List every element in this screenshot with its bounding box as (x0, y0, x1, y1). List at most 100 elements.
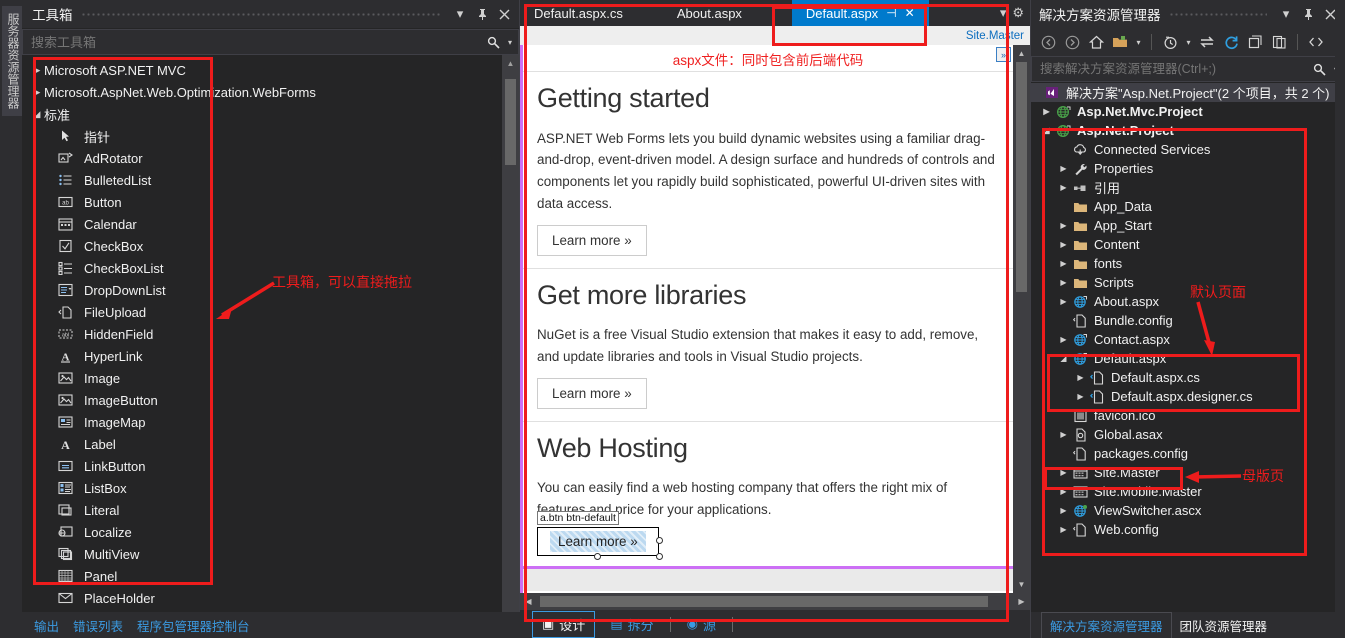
toolbox-item-imagemap[interactable]: ImageMap (22, 411, 519, 433)
toolbox-item-hiddenfield[interactable]: abl HiddenField (22, 323, 519, 345)
home-icon[interactable] (1085, 31, 1107, 53)
chevron-down-icon[interactable]: ◢ (30, 109, 44, 120)
toolbox-item-listbox[interactable]: ListBox (22, 477, 519, 499)
dock-tab-package-manager-console[interactable]: 程序包管理器控制台 (137, 616, 250, 635)
search-options-chevron-icon[interactable]: ▾ (504, 31, 516, 53)
chevron-right-icon[interactable]: ▶ (1056, 183, 1071, 192)
chevron-right-icon[interactable]: ▶ (1056, 259, 1071, 268)
scrollbar-thumb[interactable] (540, 596, 988, 607)
solution-tree[interactable]: 解决方案"Asp.Net.Project"(2 个项目，共 2 个) ▶ Asp.… (1031, 83, 1345, 612)
design-vertical-scrollbar[interactable]: ▲ ▼ (1013, 45, 1030, 593)
toolbox-item-checkbox[interactable]: CheckBox (22, 235, 519, 257)
dock-tab-output[interactable]: 输出 (34, 616, 59, 635)
tree-item-properties[interactable]: ▶ Properties (1031, 159, 1345, 178)
tree-item-default-aspx[interactable]: ◢ Default.aspx (1031, 349, 1345, 368)
toolbox-item-image[interactable]: Image (22, 367, 519, 389)
toolbox-item-label[interactable]: A Label (22, 433, 519, 455)
toolbox-item-bulletedlist[interactable]: BulletedList (22, 169, 519, 191)
back-icon[interactable] (1037, 31, 1059, 53)
chevron-down-icon[interactable]: ◢ (1056, 354, 1071, 363)
scroll-up-icon[interactable]: ▲ (502, 55, 519, 72)
toolbox-item-checkboxlist[interactable]: CheckBoxList (22, 257, 519, 279)
toolbox-item-localize[interactable]: Localize (22, 521, 519, 543)
tree-item-app-data[interactable]: App_Data (1031, 197, 1345, 216)
chevron-right-icon[interactable]: ▶ (1056, 221, 1071, 230)
refresh-icon[interactable] (1220, 31, 1242, 53)
close-icon[interactable] (493, 3, 515, 25)
tree-item-favicon-ico[interactable]: favicon.ico (1031, 406, 1345, 425)
solution-root-row[interactable]: 解决方案"Asp.Net.Project"(2 个项目，共 2 个) (1031, 83, 1345, 102)
tree-item-bundle-config[interactable]: Bundle.config (1031, 311, 1345, 330)
toolbox-item-placeholder[interactable]: PlaceHolder (22, 587, 519, 609)
scrollbar-thumb[interactable] (1016, 62, 1027, 292)
search-icon[interactable] (482, 31, 504, 53)
chevron-right-icon[interactable]: ▶ (1056, 335, 1071, 344)
resize-handle-bottom[interactable] (593, 552, 601, 560)
editor-tab-default-aspx-cs[interactable]: Default.aspx.cs (520, 0, 637, 26)
view-tab-source[interactable]: ◉ 源 (678, 612, 725, 637)
sync-icon[interactable] (1196, 31, 1218, 53)
tree-item-packages-config[interactable]: packages.config (1031, 444, 1345, 463)
tree-item-asp-net-mvc-project[interactable]: ▶ Asp.Net.Mvc.Project (1031, 102, 1345, 121)
tree-item-content[interactable]: ▶ Content (1031, 235, 1345, 254)
toolbox-item-panel[interactable]: Panel (22, 565, 519, 587)
chevron-right-icon[interactable]: ▶ (1056, 430, 1071, 439)
tree-item-viewswitcher-ascx[interactable]: ▶ ViewSwitcher.ascx (1031, 501, 1345, 520)
learn-more-button[interactable]: Learn more » (537, 224, 647, 256)
tree-item-app-start[interactable]: ▶ App_Start (1031, 216, 1345, 235)
chevron-down-icon[interactable]: ▾ (449, 3, 471, 25)
tree-item-about-aspx[interactable]: ▶ About.aspx (1031, 292, 1345, 311)
site-master-link[interactable]: Site.Master (966, 30, 1024, 42)
toolbox-item-multiview[interactable]: MultiView (22, 543, 519, 565)
chevron-right-icon[interactable]: ▶ (1073, 392, 1088, 401)
resize-handle-right[interactable] (655, 537, 663, 545)
resize-handle-corner[interactable] (655, 552, 663, 560)
dock-tab-error-list[interactable]: 错误列表 (73, 616, 123, 635)
chevron-down-icon[interactable]: ◢ (1039, 126, 1054, 135)
chevron-right-icon[interactable]: ▶ (1039, 107, 1054, 116)
chevron-right-icon[interactable]: ▶ (30, 87, 44, 98)
toolbox-category-0[interactable]: ▶ Microsoft ASP.NET MVC (22, 59, 519, 81)
solution-explorer-search-input[interactable] (1040, 62, 1308, 76)
tree-item-default-aspx-cs[interactable]: ▶ Default.aspx.cs (1031, 368, 1345, 387)
search-icon[interactable] (1308, 58, 1330, 80)
view-tab-split[interactable]: ▤ 拆分 (601, 612, 662, 637)
scrollbar-thumb[interactable] (505, 79, 516, 165)
scroll-left-icon[interactable]: ◀ (520, 597, 537, 606)
tab-solution-explorer[interactable]: 解决方案资源管理器 (1041, 611, 1172, 638)
tree-item--[interactable]: ▶ 引用 (1031, 178, 1345, 197)
tree-item-contact-aspx[interactable]: ▶ Contact.aspx (1031, 330, 1345, 349)
pin-icon[interactable]: ⊣ (886, 6, 896, 20)
chevron-right-icon[interactable]: ▶ (1073, 373, 1088, 382)
chevron-right-icon[interactable]: ▶ (1056, 278, 1071, 287)
toolbox-item-linkbutton[interactable]: LinkButton (22, 455, 519, 477)
gear-icon[interactable]: ⚙ (1012, 5, 1024, 21)
tree-item-connected-services[interactable]: Connected Services (1031, 140, 1345, 159)
toolbox-search-input[interactable] (31, 34, 482, 50)
tree-item-site-mobile-master[interactable]: ▶ Site.Mobile.Master (1031, 482, 1345, 501)
editor-tab-about-aspx[interactable]: About.aspx (663, 0, 756, 26)
toolbox-category-2[interactable]: ◢ 标准 (22, 103, 519, 125)
view-tab-design[interactable]: ▣ 设计 (532, 610, 596, 638)
chevron-down-icon[interactable]: ▾ (1133, 31, 1144, 53)
chevron-right-icon[interactable]: ▶ (1056, 297, 1071, 306)
expand-chevron-icon[interactable]: » (996, 47, 1011, 62)
scroll-right-icon[interactable]: ▶ (1013, 597, 1030, 606)
selected-learn-more-button[interactable]: Learn more » (537, 526, 659, 556)
toolbox-item-literal[interactable]: Literal (22, 499, 519, 521)
toolbox-item-dropdownlist[interactable]: DropDownList (22, 279, 519, 301)
toolbox-search-box[interactable]: ▾ (22, 29, 519, 55)
tab-team-explorer[interactable]: 团队资源管理器 (1172, 613, 1276, 638)
toolbox-item-fileupload[interactable]: FileUpload (22, 301, 519, 323)
tree-item-asp-net-project[interactable]: ◢ Asp.Net.Project (1031, 121, 1345, 140)
pin-icon[interactable] (471, 3, 493, 25)
learn-more-button[interactable]: Learn more » (537, 377, 647, 409)
chevron-right-icon[interactable]: ▶ (30, 65, 44, 76)
tree-item-site-master[interactable]: ▶ Site.Master (1031, 463, 1345, 482)
toolbox-item-指针[interactable]: 指针 (22, 125, 519, 147)
scroll-up-icon[interactable]: ▲ (1013, 45, 1030, 62)
toolbox-item-hyperlink[interactable]: A HyperLink (22, 345, 519, 367)
chevron-right-icon[interactable]: ▶ (1056, 525, 1071, 534)
toolbox-item-imagebutton[interactable]: ImageButton (22, 389, 519, 411)
toolbox-item-calendar[interactable]: Calendar (22, 213, 519, 235)
